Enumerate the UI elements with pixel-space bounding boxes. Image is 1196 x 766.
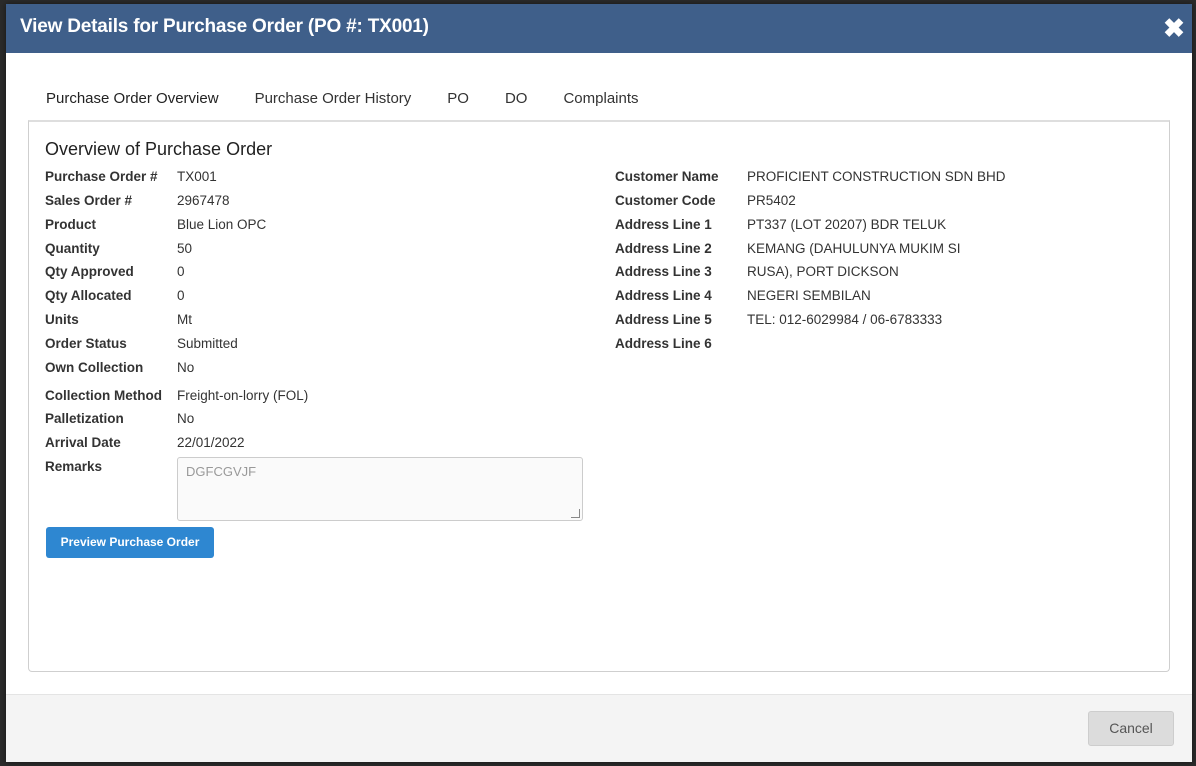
section-title: Overview of Purchase Order bbox=[45, 139, 273, 159]
remarks-text: DGFCGVJF bbox=[186, 464, 257, 479]
field-label: Address Line 4 bbox=[615, 288, 712, 303]
overview-panel: Overview of Purchase Order Purchase Orde… bbox=[28, 120, 1170, 672]
quantity-value: 50 bbox=[177, 241, 193, 256]
field-label: Customer Code bbox=[615, 193, 716, 208]
customer-name-value: PROFICIENT CONSTRUCTION SDN BHD bbox=[747, 169, 1006, 184]
field-label: Qty Approved bbox=[45, 264, 134, 279]
address-line-1-value: PT337 (LOT 20207) BDR TELUK bbox=[747, 217, 947, 232]
field-label: Customer Name bbox=[615, 169, 719, 184]
tab-po[interactable]: PO bbox=[429, 80, 487, 121]
remarks-label: Remarks bbox=[45, 459, 103, 474]
remarks-textarea[interactable]: DGFCGVJF bbox=[177, 457, 583, 521]
product-value: Blue Lion OPC bbox=[177, 217, 267, 232]
sales-order-number: 2967478 bbox=[177, 193, 230, 208]
qty-approved-value: 0 bbox=[177, 264, 185, 279]
resize-grip-icon[interactable] bbox=[571, 509, 580, 518]
cancel-button[interactable]: Cancel bbox=[1088, 711, 1174, 746]
close-icon[interactable]: ✖ bbox=[1162, 14, 1186, 42]
field-label: Address Line 5 bbox=[615, 312, 712, 327]
field-label: Order Status bbox=[45, 336, 127, 351]
field-label: Address Line 1 bbox=[615, 217, 712, 232]
field-label: Address Line 2 bbox=[615, 241, 712, 256]
address-line-3-value: RUSA), PORT DICKSON bbox=[747, 264, 899, 279]
collection-method-value: Freight-on-lorry (FOL) bbox=[177, 388, 309, 403]
field-label: Own Collection bbox=[45, 360, 144, 375]
tab-do[interactable]: DO bbox=[487, 80, 546, 121]
order-status-value: Submitted bbox=[177, 336, 238, 351]
field-label: Palletization bbox=[45, 411, 124, 426]
palletization-value: No bbox=[177, 411, 195, 426]
field-label: Sales Order # bbox=[45, 193, 133, 208]
field-label: Address Line 3 bbox=[615, 264, 712, 279]
arrival-date-value: 22/01/2022 bbox=[177, 435, 245, 450]
field-label: Quantity bbox=[45, 241, 100, 256]
address-line-5-value: TEL: 012-6029984 / 06-6783333 bbox=[747, 312, 943, 327]
own-collection-value: No bbox=[177, 360, 195, 375]
modal-header: View Details for Purchase Order (PO #: T… bbox=[6, 4, 1192, 53]
field-label: Purchase Order # bbox=[45, 169, 158, 184]
field-label: Address Line 6 bbox=[615, 336, 712, 351]
preview-purchase-order-button[interactable]: Preview Purchase Order bbox=[46, 527, 214, 558]
field-label: Arrival Date bbox=[45, 435, 121, 450]
customer-code-value: PR5402 bbox=[747, 193, 796, 208]
modal-footer: Cancel bbox=[6, 694, 1192, 762]
tab-purchase-order-overview[interactable]: Purchase Order Overview bbox=[28, 80, 237, 125]
tab-complaints[interactable]: Complaints bbox=[545, 80, 656, 121]
field-label: Collection Method bbox=[45, 388, 162, 403]
purchase-order-number: TX001 bbox=[177, 169, 217, 184]
field-label: Units bbox=[45, 312, 79, 327]
tab-bar: Purchase Order Overview Purchase Order H… bbox=[28, 80, 657, 125]
field-label: Qty Allocated bbox=[45, 288, 132, 303]
po-details-modal: View Details for Purchase Order (PO #: T… bbox=[6, 4, 1192, 762]
field-label: Product bbox=[45, 217, 97, 232]
qty-allocated-value: 0 bbox=[177, 288, 185, 303]
address-line-2-value: KEMANG (DAHULUNYA MUKIM SI bbox=[747, 241, 961, 256]
address-line-4-value: NEGERI SEMBILAN bbox=[747, 288, 871, 303]
modal-title: View Details for Purchase Order (PO #: T… bbox=[20, 16, 429, 37]
tab-purchase-order-history[interactable]: Purchase Order History bbox=[237, 80, 430, 121]
units-value: Mt bbox=[177, 312, 192, 327]
